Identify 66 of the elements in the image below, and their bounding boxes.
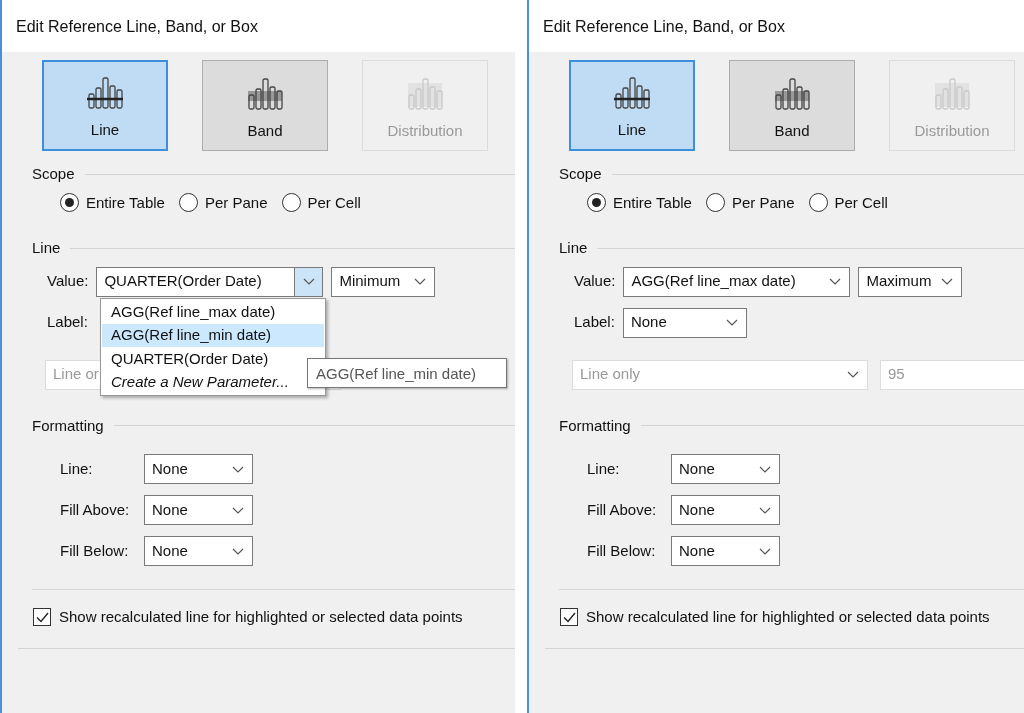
- section-heading: Formatting: [32, 415, 104, 436]
- value-dropdown[interactable]: AGG(Ref line_max date): [623, 266, 851, 297]
- section-heading: Formatting: [559, 415, 631, 436]
- radio-button[interactable]: [60, 193, 79, 213]
- checkbox[interactable]: [560, 608, 578, 627]
- field-label: Line:: [60, 458, 94, 479]
- chevron-down-icon: [847, 371, 859, 378]
- chevron-down-icon: [414, 278, 427, 285]
- type-button[interactable]: Band: [202, 60, 328, 151]
- field-label: Label:: [574, 312, 615, 333]
- checkbox-label: Show recalculated line for highlighted or selected data points: [586, 607, 990, 627]
- section-heading: Line: [32, 238, 61, 258]
- radio-button[interactable]: [587, 193, 606, 213]
- field-label: Fill Above:: [60, 499, 131, 520]
- chevron-down-icon: [232, 506, 244, 514]
- type-button[interactable]: Line: [42, 60, 168, 151]
- field-label: Value:: [574, 271, 616, 292]
- field-label: Fill Above:: [587, 499, 658, 520]
- radio-button[interactable]: [281, 193, 301, 213]
- menu-item[interactable]: AGG(Ref line_min date): [102, 323, 324, 347]
- radio-button[interactable]: [705, 193, 725, 213]
- value-dropdown[interactable]: QUARTER(Order Date): [96, 266, 324, 297]
- field-label: Value:: [47, 271, 89, 292]
- section-heading: Scope: [559, 164, 602, 184]
- checkbox[interactable]: [33, 608, 51, 627]
- chevron-down-icon: [759, 547, 771, 555]
- dialog-title: Edit Reference Line, Band, or Box: [2, 0, 515, 52]
- percent-field: 95: [880, 359, 1024, 390]
- field-label: Line:: [587, 458, 621, 479]
- radio-button[interactable]: [178, 193, 198, 213]
- field-label: Fill Below:: [587, 540, 657, 561]
- radio-label: Per Cell: [307, 192, 361, 213]
- line-style-dropdown: Line only: [572, 359, 868, 390]
- chevron-down-icon: [232, 547, 244, 555]
- format-dropdown[interactable]: None: [671, 495, 780, 525]
- field-label: Fill Below:: [60, 540, 130, 561]
- radio-label: Per Cell: [834, 192, 888, 213]
- format-dropdown[interactable]: None: [144, 536, 253, 566]
- chevron-down-icon: [232, 465, 244, 473]
- chevron-down-icon: [941, 278, 954, 285]
- radio-label: Entire Table: [613, 192, 692, 213]
- type-button[interactable]: Line: [569, 60, 695, 151]
- radio-button[interactable]: [808, 193, 828, 213]
- chevron-down-icon: [302, 278, 315, 285]
- chevron-down-icon: [759, 465, 771, 473]
- chevron-down-icon: [829, 278, 842, 285]
- radio-label: Per Pane: [731, 192, 795, 213]
- aggregation-dropdown[interactable]: Maximum: [858, 266, 963, 297]
- format-dropdown[interactable]: None: [144, 454, 253, 484]
- tooltip: AGG(Ref line_min date): [307, 358, 507, 388]
- radio-label: Per Pane: [204, 192, 268, 213]
- format-dropdown[interactable]: None: [671, 536, 780, 566]
- dialog-title: Edit Reference Line, Band, or Box: [529, 0, 1024, 52]
- format-dropdown[interactable]: None: [671, 454, 780, 484]
- menu-item[interactable]: AGG(Ref line_max date): [102, 300, 324, 324]
- checkbox-label: Show recalculated line for highlighted or selected data points: [59, 607, 463, 627]
- section-heading: Line: [559, 238, 588, 258]
- label-dropdown[interactable]: None: [622, 307, 747, 338]
- chevron-down-icon: [759, 506, 771, 514]
- chevron-down-icon: [725, 319, 738, 326]
- field-label: Label:: [47, 312, 88, 333]
- aggregation-dropdown[interactable]: Minimum: [331, 266, 436, 297]
- radio-label: Entire Table: [86, 192, 165, 213]
- section-heading: Scope: [32, 164, 75, 184]
- type-button[interactable]: Band: [729, 60, 855, 151]
- format-dropdown[interactable]: None: [144, 495, 253, 525]
